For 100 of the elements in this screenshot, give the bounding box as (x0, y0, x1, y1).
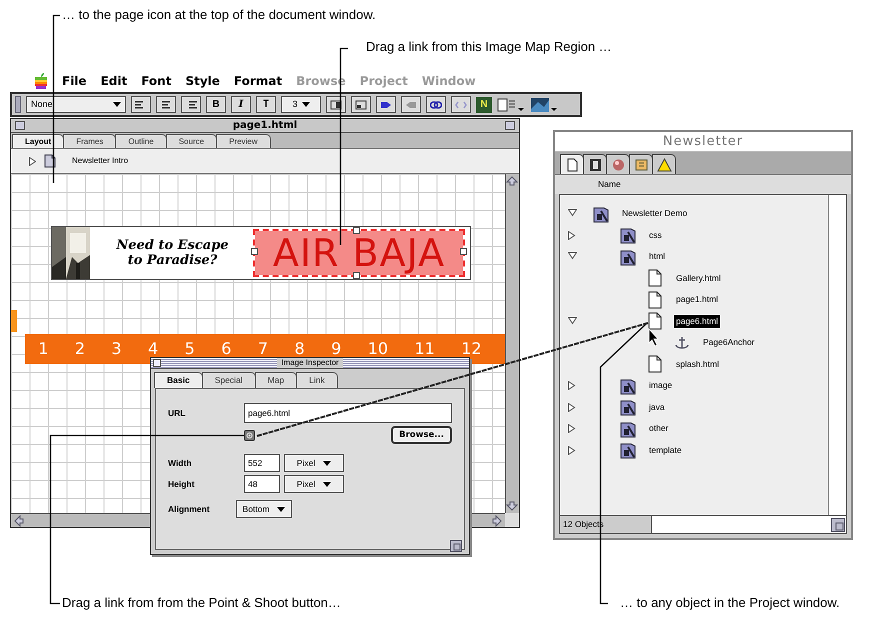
page-icon[interactable] (44, 154, 56, 168)
disclosure-triangle-icon[interactable] (568, 424, 577, 434)
scroll-down-icon[interactable] (506, 500, 518, 512)
vertical-scrollbar[interactable] (828, 195, 846, 515)
format-select[interactable]: None (26, 96, 126, 113)
browse-button[interactable]: Browse... (391, 426, 452, 444)
field-label: Height (168, 478, 196, 490)
resize-handle[interactable] (353, 272, 360, 279)
resize-handle[interactable] (353, 227, 360, 234)
field-label: Alignment (168, 502, 211, 516)
nav-number: 9 (331, 338, 342, 360)
scroll-left-icon[interactable] (13, 514, 25, 526)
tab[interactable] (629, 154, 653, 174)
align-left-icon[interactable] (131, 96, 151, 113)
scroll-up-icon[interactable] (506, 175, 518, 187)
tree-item[interactable]: css (647, 228, 664, 242)
tab[interactable]: Basic (154, 372, 203, 388)
unit-select[interactable]: Pixel (284, 475, 344, 493)
scroll-right-icon[interactable] (491, 514, 503, 526)
table-column-icon[interactable] (326, 96, 346, 113)
tree-item[interactable]: html (647, 250, 668, 264)
apple-menu-icon[interactable] (34, 73, 48, 89)
link-icon[interactable] (426, 96, 446, 113)
tab[interactable]: Preview (216, 134, 271, 148)
menu-item[interactable]: Font (141, 72, 172, 90)
disclosure-triangle-icon[interactable] (568, 316, 577, 326)
tab[interactable]: Link (296, 372, 338, 388)
disclosure-triangle-icon[interactable] (568, 381, 577, 390)
tab[interactable] (652, 154, 676, 174)
tab[interactable]: Source (166, 134, 218, 148)
image-menu-icon[interactable] (530, 96, 558, 112)
tree-item[interactable]: page1.html (674, 293, 720, 306)
close-box[interactable] (153, 359, 161, 367)
menu-item[interactable]: Style (185, 72, 220, 90)
tab[interactable] (606, 154, 630, 174)
banner-headline: Need to Escape (116, 238, 229, 253)
tree-item[interactable]: other (647, 422, 670, 436)
menu-item[interactable]: File (62, 72, 87, 90)
resize-handle[interactable] (460, 248, 467, 255)
table-cell-icon[interactable] (351, 96, 371, 113)
close-box[interactable] (15, 121, 25, 130)
align-right-icon[interactable] (181, 96, 201, 113)
tree-item[interactable]: Page6Anchor (701, 336, 757, 350)
field-label: Width (168, 456, 193, 470)
nav-number: 5 (184, 338, 195, 360)
tree-item[interactable]: template (647, 444, 684, 457)
disclosure-triangle-icon[interactable] (568, 402, 577, 412)
file-icon (646, 269, 664, 288)
nav-number: 8 (294, 338, 305, 360)
bold-button[interactable]: B (206, 96, 226, 113)
disclosure-triangle-icon[interactable] (568, 230, 577, 240)
menu-item[interactable]: Edit (100, 72, 128, 90)
tab[interactable]: Special (202, 372, 256, 388)
tree-item[interactable]: image (647, 379, 674, 392)
tree-item[interactable]: splash.html (674, 358, 721, 371)
unit-select[interactable]: Pixel (284, 454, 344, 472)
url-field[interactable]: page6.html (244, 403, 452, 423)
disclosure-triangle-icon[interactable] (568, 252, 577, 262)
resize-icon[interactable] (831, 518, 845, 532)
color-swatch[interactable]: N (476, 96, 492, 112)
number-field[interactable]: 48 (244, 475, 280, 493)
italic-button[interactable]: I (231, 96, 251, 113)
folder-icon (619, 420, 637, 438)
column-header[interactable]: Name (598, 178, 621, 191)
align-center-icon[interactable] (156, 96, 176, 113)
disclosure-triangle-icon[interactable] (29, 156, 36, 166)
window-title: Image Inspector (277, 358, 343, 368)
indent-icon[interactable] (376, 96, 396, 113)
tree-item[interactable]: page6.html (674, 314, 720, 328)
image-slice (11, 310, 17, 332)
tree-item[interactable]: java (647, 400, 667, 414)
resize-handle[interactable] (251, 248, 258, 255)
tab[interactable]: Frames (63, 134, 116, 148)
teletype-button[interactable]: T (256, 96, 276, 113)
tab[interactable]: Map (254, 372, 298, 388)
zoom-box[interactable] (505, 121, 515, 130)
dropdown-arrow-icon (113, 102, 121, 107)
tab[interactable] (560, 154, 584, 174)
field-label: URL (168, 406, 186, 420)
point-shoot-button[interactable] (244, 430, 255, 440)
folder-icon (619, 376, 637, 395)
vertical-scrollbar[interactable] (505, 174, 519, 513)
outdent-icon[interactable] (401, 96, 421, 113)
number-field[interactable]: 552 (244, 454, 280, 472)
callout-text: Drag a link from from the Point & Shoot button… (62, 595, 341, 611)
size-select[interactable]: 3 (281, 96, 321, 113)
tab[interactable]: Layout (12, 134, 64, 148)
tree-item[interactable]: Gallery.html (674, 272, 723, 285)
resize-icon[interactable] (450, 540, 462, 552)
disclosure-triangle-icon[interactable] (568, 209, 577, 218)
document-menu-icon[interactable] (497, 96, 525, 112)
unlink-icon[interactable] (451, 96, 471, 113)
menu-item[interactable]: Format (234, 72, 282, 90)
alignment-select[interactable]: Bottom (236, 500, 292, 518)
tree-item[interactable]: Newsletter Demo (620, 207, 690, 220)
dropdown-arrow-icon (277, 506, 286, 512)
tab[interactable] (583, 154, 607, 174)
disclosure-triangle-icon[interactable] (568, 446, 577, 455)
tab[interactable]: Outline (115, 134, 167, 148)
window-title: page1.html (232, 119, 298, 133)
